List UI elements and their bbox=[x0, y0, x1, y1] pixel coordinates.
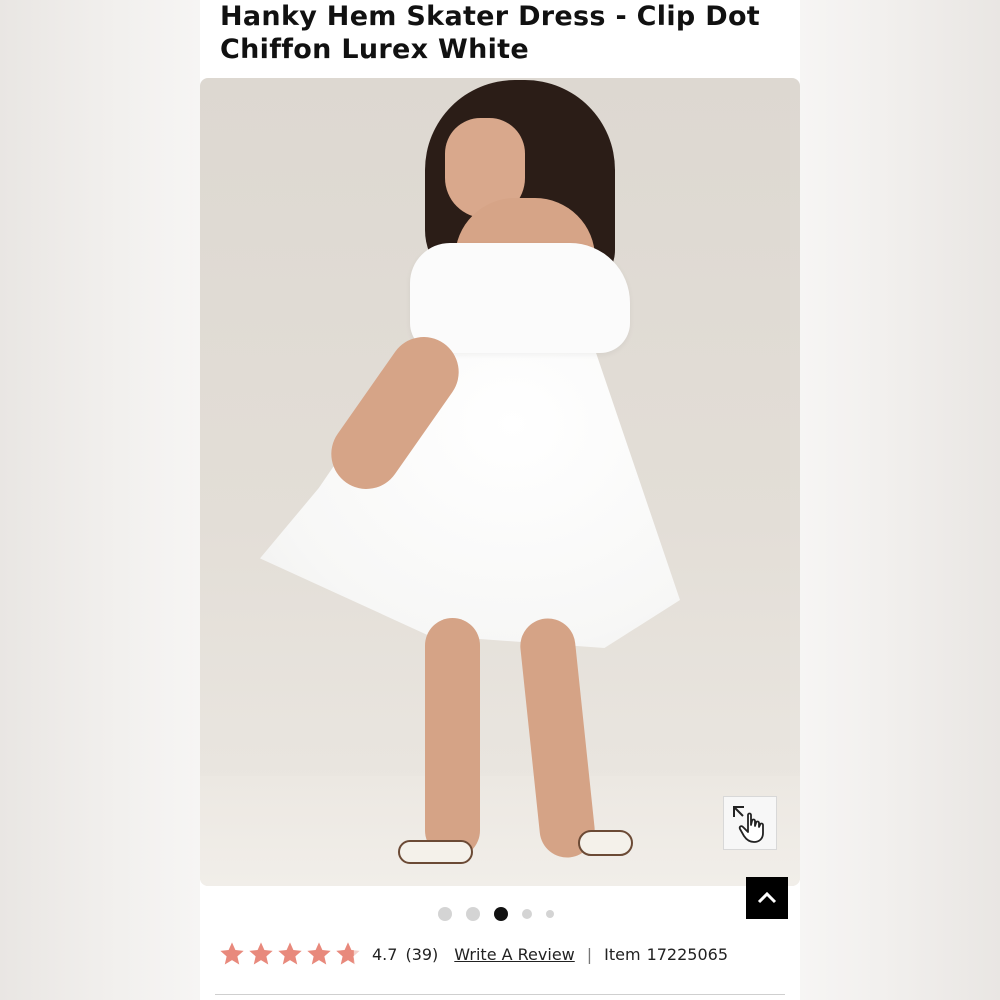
product-title: Hanky Hem Skater Dress - Clip Dot Chiffo… bbox=[220, 1, 760, 65]
background-blur-right bbox=[800, 0, 1000, 1000]
write-review-link[interactable]: Write A Review bbox=[454, 945, 574, 964]
star-filled-icon bbox=[220, 942, 244, 965]
background-blur-left bbox=[0, 0, 200, 1000]
item-number: 17225065 bbox=[646, 944, 728, 964]
carousel-dot[interactable] bbox=[546, 910, 554, 918]
scroll-to-top-button[interactable] bbox=[746, 877, 788, 919]
product-image[interactable] bbox=[200, 78, 800, 886]
image-shoe-right bbox=[578, 830, 633, 856]
carousel-dots bbox=[438, 907, 554, 921]
star-filled-icon bbox=[249, 942, 273, 965]
carousel-dot-active[interactable] bbox=[494, 907, 508, 921]
image-leg-left bbox=[425, 618, 480, 858]
image-dress-skirt bbox=[260, 328, 680, 648]
divider bbox=[215, 994, 785, 995]
image-shoe-left bbox=[398, 840, 473, 864]
carousel-dot[interactable] bbox=[522, 909, 532, 919]
star-filled-icon bbox=[307, 942, 331, 965]
zoom-button[interactable] bbox=[723, 796, 777, 850]
review-count[interactable]: (39) bbox=[405, 945, 438, 964]
rating-row: 4.7 (39) Write A Review | Item 17225065 bbox=[218, 938, 728, 970]
star-rating[interactable] bbox=[218, 940, 362, 968]
carousel-dot[interactable] bbox=[466, 907, 480, 921]
image-floor bbox=[200, 776, 800, 886]
rating-value: 4.7 bbox=[372, 944, 398, 964]
chevron-up-icon bbox=[757, 891, 777, 904]
product-panel: Hanky Hem Skater Dress - Clip Dot Chiffo… bbox=[200, 0, 800, 1000]
star-partial-icon bbox=[336, 942, 360, 965]
tap-to-zoom-icon bbox=[733, 806, 764, 843]
image-dress-top bbox=[410, 243, 630, 353]
item-label: Item bbox=[604, 944, 641, 964]
separator: | bbox=[586, 944, 593, 964]
star-filled-icon bbox=[278, 942, 302, 965]
carousel-dot[interactable] bbox=[438, 907, 452, 921]
